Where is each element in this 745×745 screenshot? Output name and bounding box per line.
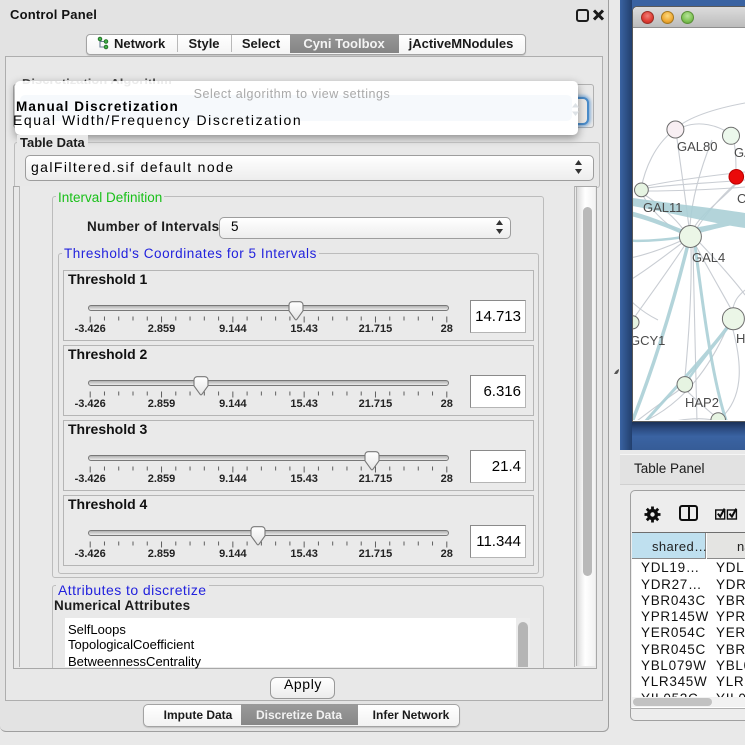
svg-text:GAL80: GAL80 xyxy=(677,139,717,154)
svg-text:GCY1: GCY1 xyxy=(633,333,665,348)
svg-text:C: C xyxy=(737,191,745,206)
svg-text:H: H xyxy=(736,331,745,346)
svg-text:GAL4: GAL4 xyxy=(692,250,725,265)
svg-text:GAL11: GAL11 xyxy=(643,200,683,215)
svg-text:GA: GA xyxy=(734,145,745,160)
svg-text:HAP2: HAP2 xyxy=(685,395,719,410)
